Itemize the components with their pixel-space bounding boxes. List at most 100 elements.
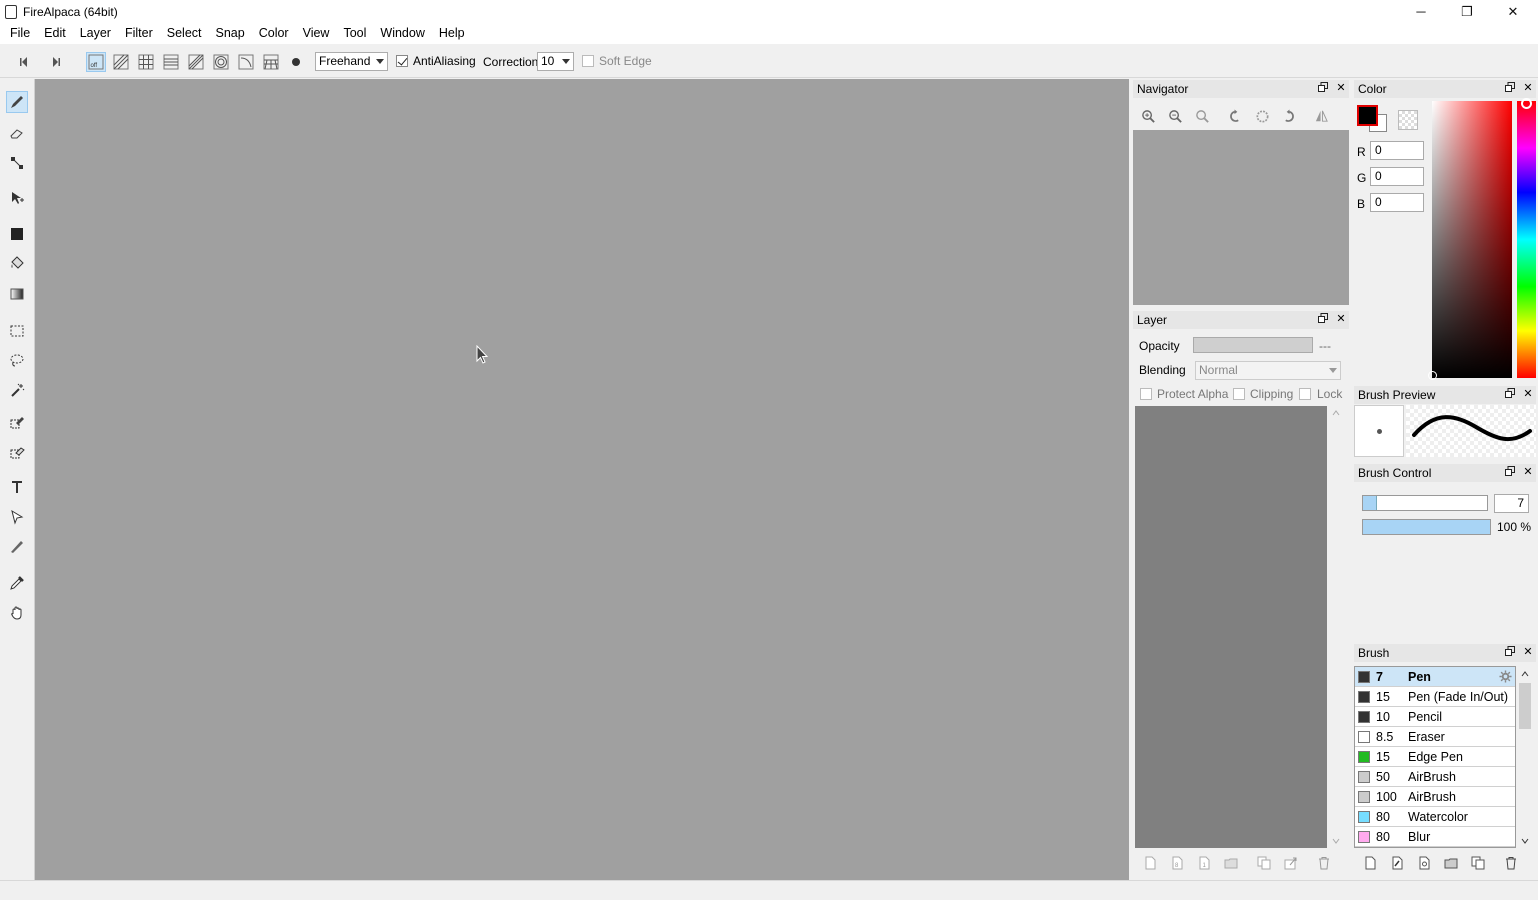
brush-item[interactable]: 80 Blur xyxy=(1355,827,1515,847)
layer-close-button[interactable]: ✕ xyxy=(1335,313,1347,325)
close-window-button[interactable]: ✕ xyxy=(1490,0,1536,23)
snap-parallel-button[interactable] xyxy=(111,52,131,72)
lasso-tool[interactable] xyxy=(6,349,28,371)
brush-opacity-slider[interactable] xyxy=(1362,519,1491,535)
brush-item[interactable]: 100 AirBrush xyxy=(1355,787,1515,807)
saturation-value-picker[interactable] xyxy=(1432,101,1512,378)
menu-edit[interactable]: Edit xyxy=(37,23,73,44)
layer-list-scrollbar[interactable] xyxy=(1329,406,1343,848)
menu-help[interactable]: Help xyxy=(432,23,472,44)
snap-settings-button[interactable] xyxy=(286,52,306,72)
clipping-checkbox[interactable] xyxy=(1233,388,1245,400)
pen-tool[interactable] xyxy=(6,91,28,113)
brush-preview-float-button[interactable] xyxy=(1504,388,1516,400)
snap-perspective-button[interactable] xyxy=(261,52,281,72)
transparent-color-swatch[interactable] xyxy=(1398,110,1418,130)
brush-size-input[interactable]: 7 xyxy=(1494,494,1529,513)
rotate-right-button[interactable] xyxy=(1280,107,1298,125)
menu-color[interactable]: Color xyxy=(252,23,296,44)
brush-folder-button[interactable] xyxy=(1444,856,1458,870)
navigator-close-button[interactable]: ✕ xyxy=(1335,82,1347,94)
protect-alpha-checkbox[interactable] xyxy=(1140,388,1152,400)
delete-brush-button[interactable] xyxy=(1504,856,1518,870)
r-input[interactable]: 0 xyxy=(1370,141,1424,160)
undo-button[interactable] xyxy=(15,52,35,72)
color-float-button[interactable] xyxy=(1504,82,1516,94)
merge-down-button[interactable] xyxy=(1284,856,1298,870)
menu-tool[interactable]: Tool xyxy=(336,23,373,44)
menu-select[interactable]: Select xyxy=(160,23,209,44)
hand-tool[interactable] xyxy=(6,602,28,624)
brush-item[interactable]: 15 Edge Pen xyxy=(1355,747,1515,767)
gradient-tool[interactable] xyxy=(6,283,28,305)
dot-tool[interactable] xyxy=(6,152,28,174)
snap-crosshair-button[interactable] xyxy=(161,52,181,72)
snap-curve-button[interactable] xyxy=(236,52,256,72)
stroke-mode-select[interactable]: Freehand xyxy=(315,52,388,71)
select-pen-tool[interactable] xyxy=(6,411,28,433)
move-tool[interactable] xyxy=(6,187,28,209)
bucket-tool[interactable] xyxy=(6,252,28,274)
brush-item[interactable]: 50 AirBrush xyxy=(1355,767,1515,787)
brush-list[interactable]: 7 Pen 15 Pen (Fade In/Out) 10 Pencil 8.5 Eraser… xyxy=(1354,666,1516,848)
menu-file[interactable]: File xyxy=(0,23,37,44)
layer-opacity-slider[interactable] xyxy=(1193,337,1313,353)
text-tool[interactable] xyxy=(6,476,28,498)
eyedropper-tool[interactable] xyxy=(6,572,28,594)
brush-item[interactable]: 80 Watercolor xyxy=(1355,807,1515,827)
new-layer-button[interactable] xyxy=(1143,856,1157,870)
hue-slider-handle[interactable] xyxy=(1521,98,1532,109)
duplicate-layer-button[interactable] xyxy=(1257,856,1271,870)
new-folder-button[interactable] xyxy=(1224,856,1238,870)
navigator-float-button[interactable] xyxy=(1317,82,1329,94)
menu-window[interactable]: Window xyxy=(373,23,431,44)
new-1bit-layer-button[interactable]: 1 xyxy=(1197,856,1211,870)
blending-select[interactable]: Normal xyxy=(1195,361,1341,380)
brush-close-button[interactable]: ✕ xyxy=(1522,646,1534,658)
primary-color-swatch[interactable] xyxy=(1357,105,1378,126)
new-brush-button[interactable] xyxy=(1363,856,1377,870)
zoom-out-button[interactable] xyxy=(1166,107,1184,125)
brush-preview-close-button[interactable]: ✕ xyxy=(1522,388,1534,400)
zoom-reset-button[interactable] xyxy=(1193,107,1211,125)
antialiasing-checkbox[interactable] xyxy=(396,55,408,67)
brush-control-float-button[interactable] xyxy=(1504,466,1516,478)
menu-layer[interactable]: Layer xyxy=(73,23,118,44)
minimize-button[interactable]: ─ xyxy=(1398,0,1444,23)
g-input[interactable]: 0 xyxy=(1370,167,1424,186)
brush-control-close-button[interactable]: ✕ xyxy=(1522,466,1534,478)
divide-tool[interactable] xyxy=(6,535,28,557)
snap-radial-button[interactable] xyxy=(186,52,206,72)
snap-circle-button[interactable] xyxy=(211,52,231,72)
navigator-preview[interactable] xyxy=(1133,130,1349,305)
canvas-area[interactable] xyxy=(35,79,1129,880)
brush-settings-button[interactable] xyxy=(1417,856,1431,870)
correction-select[interactable]: 10 xyxy=(537,52,574,71)
menu-snap[interactable]: Snap xyxy=(209,23,252,44)
brush-item[interactable]: 8.5 Eraser xyxy=(1355,727,1515,747)
operation-tool[interactable] xyxy=(6,506,28,528)
gear-icon[interactable] xyxy=(1499,670,1512,683)
menu-filter[interactable]: Filter xyxy=(118,23,160,44)
magic-wand-tool[interactable] xyxy=(6,380,28,402)
redo-button[interactable] xyxy=(45,52,65,72)
layer-list[interactable] xyxy=(1135,406,1327,848)
fill-tool[interactable] xyxy=(6,223,28,245)
brush-item[interactable]: 15 Pen (Fade In/Out) xyxy=(1355,687,1515,707)
color-close-button[interactable]: ✕ xyxy=(1522,82,1534,94)
zoom-in-button[interactable] xyxy=(1139,107,1157,125)
rotate-reset-button[interactable] xyxy=(1253,107,1271,125)
brush-item[interactable]: 7 Pen xyxy=(1355,667,1515,687)
rotate-left-button[interactable] xyxy=(1225,107,1243,125)
snap-off-button[interactable]: off xyxy=(86,52,106,72)
brush-item[interactable]: 10 Pencil xyxy=(1355,707,1515,727)
eraser-tool[interactable] xyxy=(6,122,28,144)
edit-brush-button[interactable] xyxy=(1390,856,1404,870)
brush-list-scrollbar[interactable] xyxy=(1517,666,1533,848)
new-8bit-layer-button[interactable]: 8 xyxy=(1170,856,1184,870)
brush-float-button[interactable] xyxy=(1504,646,1516,658)
flip-horizontal-button[interactable] xyxy=(1312,107,1330,125)
layer-float-button[interactable] xyxy=(1317,313,1329,325)
soft-edge-checkbox[interactable] xyxy=(582,55,594,67)
brush-scroll-thumb[interactable] xyxy=(1519,683,1531,729)
